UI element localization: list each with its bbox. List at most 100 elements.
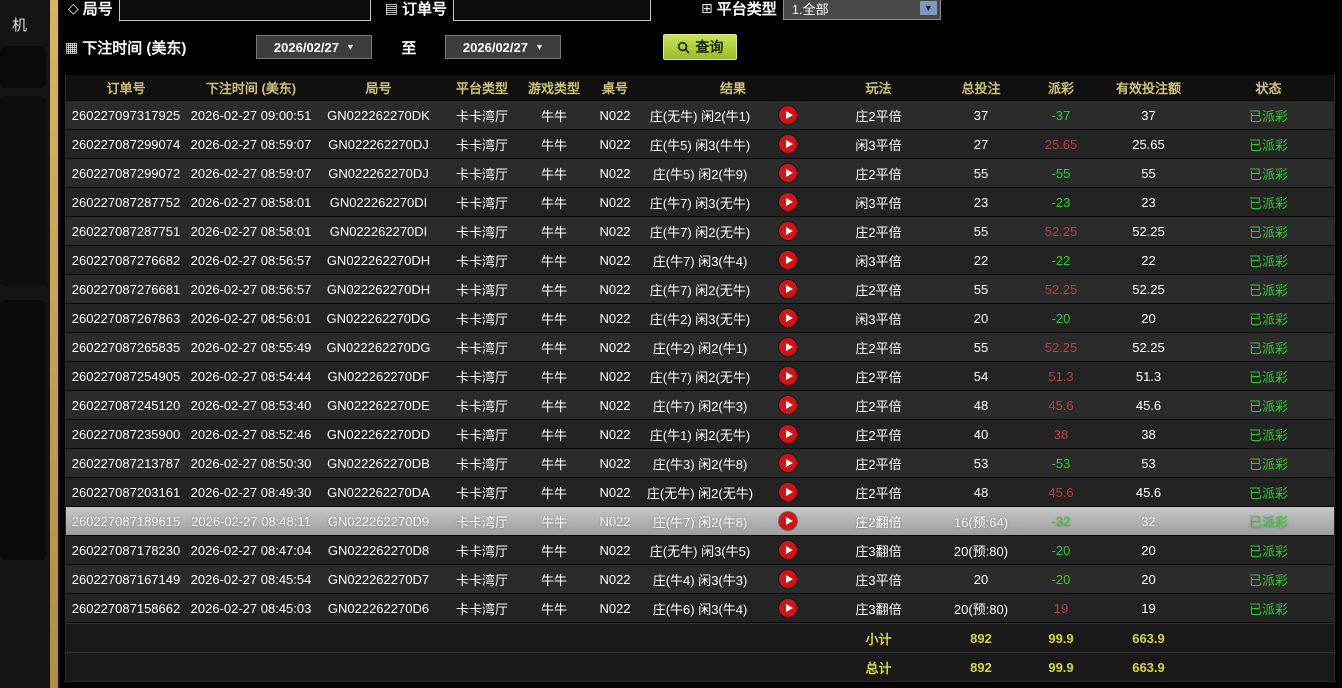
table-row[interactable]: 260227087178230 2026-02-27 08:47:04 GN02…: [66, 536, 1334, 565]
cell-round-no: GN022262270DB: [316, 449, 441, 477]
table-row[interactable]: 260227087267863 2026-02-27 08:56:01 GN02…: [66, 304, 1334, 333]
replay-button[interactable]: [755, 362, 821, 390]
table-row[interactable]: 260227087158662 2026-02-27 08:45:03 GN02…: [66, 594, 1334, 623]
replay-button[interactable]: [755, 478, 821, 506]
replay-button[interactable]: [755, 130, 821, 158]
table-row[interactable]: 260227087167149 2026-02-27 08:45:54 GN02…: [66, 565, 1334, 594]
table-row[interactable]: 260227087299072 2026-02-27 08:59:07 GN02…: [66, 159, 1334, 188]
date-from-button[interactable]: 2026/02/27 ▼: [256, 35, 372, 59]
table-row[interactable]: 260227087189615 2026-02-27 08:48:11 GN02…: [66, 507, 1334, 536]
subtotal-total-bet: 892: [936, 624, 1026, 652]
status-badge: 已派彩: [1201, 594, 1336, 622]
cell-total-bet: 37: [936, 101, 1026, 129]
header-order: 订单号: [66, 75, 186, 100]
cell-order-no: 260227087203161: [66, 478, 186, 506]
cell-round-no: GN022262270DJ: [316, 130, 441, 158]
table-row[interactable]: 260227087254905 2026-02-27 08:54:44 GN02…: [66, 362, 1334, 391]
cell-platform-type: 卡卡湾厅: [441, 594, 523, 622]
replay-button[interactable]: [755, 217, 821, 245]
sidebar-block: [0, 96, 46, 286]
table-row[interactable]: 260227087299074 2026-02-27 08:59:07 GN02…: [66, 130, 1334, 159]
cell-result: 庄(牛7) 闲3(无牛): [645, 188, 755, 216]
replay-button[interactable]: [755, 188, 821, 216]
search-button[interactable]: 查询: [663, 34, 737, 60]
table-row[interactable]: 260227087287751 2026-02-27 08:58:01 GN02…: [66, 217, 1334, 246]
play-icon: [779, 512, 797, 530]
cell-platform-type: 卡卡湾厅: [441, 536, 523, 564]
replay-button[interactable]: [755, 159, 821, 187]
cell-total-bet: 55: [936, 159, 1026, 187]
replay-button[interactable]: [755, 594, 821, 622]
cell-bet-time: 2026-02-27 08:45:03: [186, 594, 316, 622]
cell-order-no: 260227087213787: [66, 449, 186, 477]
replay-button[interactable]: [755, 565, 821, 593]
cell-play-type: 庄2平倍: [821, 333, 936, 361]
table-row[interactable]: 260227087276682 2026-02-27 08:56:57 GN02…: [66, 246, 1334, 275]
cell-round-no: GN022262270DJ: [316, 159, 441, 187]
cell-payout: 52.25: [1026, 275, 1096, 303]
platform-select[interactable]: 1.全部 ▼: [783, 0, 941, 20]
order-input[interactable]: [453, 0, 651, 21]
subtotal-payout: 99.9: [1026, 624, 1096, 652]
replay-button[interactable]: [755, 304, 821, 332]
cell-platform-type: 卡卡湾厅: [441, 101, 523, 129]
subtotal-status-spacer: [1201, 624, 1336, 652]
cell-platform-type: 卡卡湾厅: [441, 420, 523, 448]
status-badge: 已派彩: [1201, 159, 1336, 187]
cell-order-no: 260227087287751: [66, 217, 186, 245]
status-badge: 已派彩: [1201, 362, 1336, 390]
sidebar-menu-text: 机: [12, 14, 27, 35]
cell-play-type: 庄2平倍: [821, 159, 936, 187]
table-row[interactable]: 260227087287752 2026-02-27 08:58:01 GN02…: [66, 188, 1334, 217]
table-row[interactable]: 260227087276681 2026-02-27 08:56:57 GN02…: [66, 275, 1334, 304]
cell-platform-type: 卡卡湾厅: [441, 449, 523, 477]
cell-valid-bet: 23: [1096, 188, 1201, 216]
play-icon: [779, 309, 797, 327]
replay-button[interactable]: [755, 420, 821, 448]
subtotal-label: 小计: [821, 624, 936, 652]
status-badge: 已派彩: [1201, 333, 1336, 361]
replay-button[interactable]: [755, 449, 821, 477]
table-row[interactable]: 260227087235900 2026-02-27 08:52:46 GN02…: [66, 420, 1334, 449]
replay-button[interactable]: [755, 391, 821, 419]
table-row[interactable]: 260227087203161 2026-02-27 08:49:30 GN02…: [66, 478, 1334, 507]
table-row[interactable]: 260227087265835 2026-02-27 08:55:49 GN02…: [66, 333, 1334, 362]
cell-valid-bet: 22: [1096, 246, 1201, 274]
cell-bet-time: 2026-02-27 08:53:40: [186, 391, 316, 419]
replay-button[interactable]: [755, 536, 821, 564]
play-icon: [779, 599, 797, 617]
cell-platform-type: 卡卡湾厅: [441, 478, 523, 506]
cell-table-no: N022: [585, 362, 645, 390]
cell-order-no: 260227087299072: [66, 159, 186, 187]
cell-total-bet: 20(预:80): [936, 536, 1026, 564]
cell-valid-bet: 25.65: [1096, 130, 1201, 158]
cell-total-bet: 20(预:80): [936, 594, 1026, 622]
replay-button[interactable]: [755, 333, 821, 361]
header-table-no: 桌号: [585, 75, 645, 100]
cell-bet-time: 2026-02-27 08:56:01: [186, 304, 316, 332]
cell-result: 庄(牛7) 闲3(牛4): [645, 246, 755, 274]
bet-records-screen: 机 ◇ 局号 ▤ 订单号 ⊞ 平台类型 1.全部 ▼ ▦: [0, 0, 1342, 688]
replay-button[interactable]: [755, 246, 821, 274]
cell-game-type: 牛牛: [523, 130, 585, 158]
date-range-to-label: 至: [401, 37, 416, 58]
cell-table-no: N022: [585, 333, 645, 361]
date-to-button[interactable]: 2026/02/27 ▼: [445, 35, 561, 59]
cell-order-no: 260227087245120: [66, 391, 186, 419]
cell-result: 庄(牛1) 闲2(无牛): [645, 420, 755, 448]
cell-valid-bet: 38: [1096, 420, 1201, 448]
cell-order-no: 260227097317925: [66, 101, 186, 129]
table-row[interactable]: 260227087213787 2026-02-27 08:50:30 GN02…: [66, 449, 1334, 478]
table-row[interactable]: 260227097317925 2026-02-27 09:00:51 GN02…: [66, 101, 1334, 130]
cell-game-type: 牛牛: [523, 188, 585, 216]
cell-order-no: 260227087267863: [66, 304, 186, 332]
table-row[interactable]: 260227087245120 2026-02-27 08:53:40 GN02…: [66, 391, 1334, 420]
cell-payout: 45.6: [1026, 478, 1096, 506]
cell-result: 庄(无牛) 闲2(牛1): [645, 101, 755, 129]
play-icon: [779, 222, 797, 240]
replay-button[interactable]: [755, 275, 821, 303]
total-payout: 99.9: [1026, 653, 1096, 681]
replay-button[interactable]: [755, 101, 821, 129]
replay-button[interactable]: [755, 507, 821, 535]
round-input[interactable]: [119, 0, 371, 21]
